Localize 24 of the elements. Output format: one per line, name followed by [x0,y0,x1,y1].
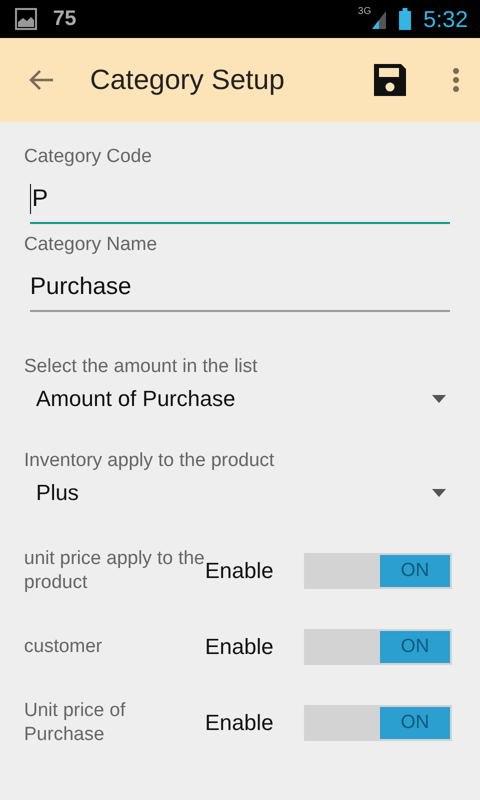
image-notification-icon [15,8,37,30]
notification-count: 75 [53,7,76,31]
dropdown-label: Inventory apply to the product [24,450,276,472]
battery-icon [399,8,412,30]
network-type: 3G [358,6,372,17]
field-label: Category Name [24,234,158,256]
setting-label: unit price apply to the product [24,547,205,595]
text-field[interactable]: P [30,176,450,224]
screen-title: Category Setup [90,64,286,96]
state-label: Enable [205,634,275,660]
text-field[interactable]: Purchase [30,264,450,312]
setting-label: Unit price of Purchase [24,699,126,747]
back-arrow-icon[interactable] [28,69,54,91]
state-label: Enable [205,558,275,584]
dropdown-triangle-icon [432,395,446,403]
dropdown[interactable]: Amount of Purchase [36,386,450,412]
overflow-menu-icon[interactable] [452,67,460,93]
setting-label: customer [24,635,104,659]
dropdown-label: Select the amount in the list [24,356,258,378]
state-label: Enable [205,710,275,736]
dropdown[interactable]: Plus [36,480,450,506]
field-label: Category Code [24,146,153,168]
dropdown-triangle-icon [432,489,446,497]
clock-time: 5:32 [423,6,468,32]
